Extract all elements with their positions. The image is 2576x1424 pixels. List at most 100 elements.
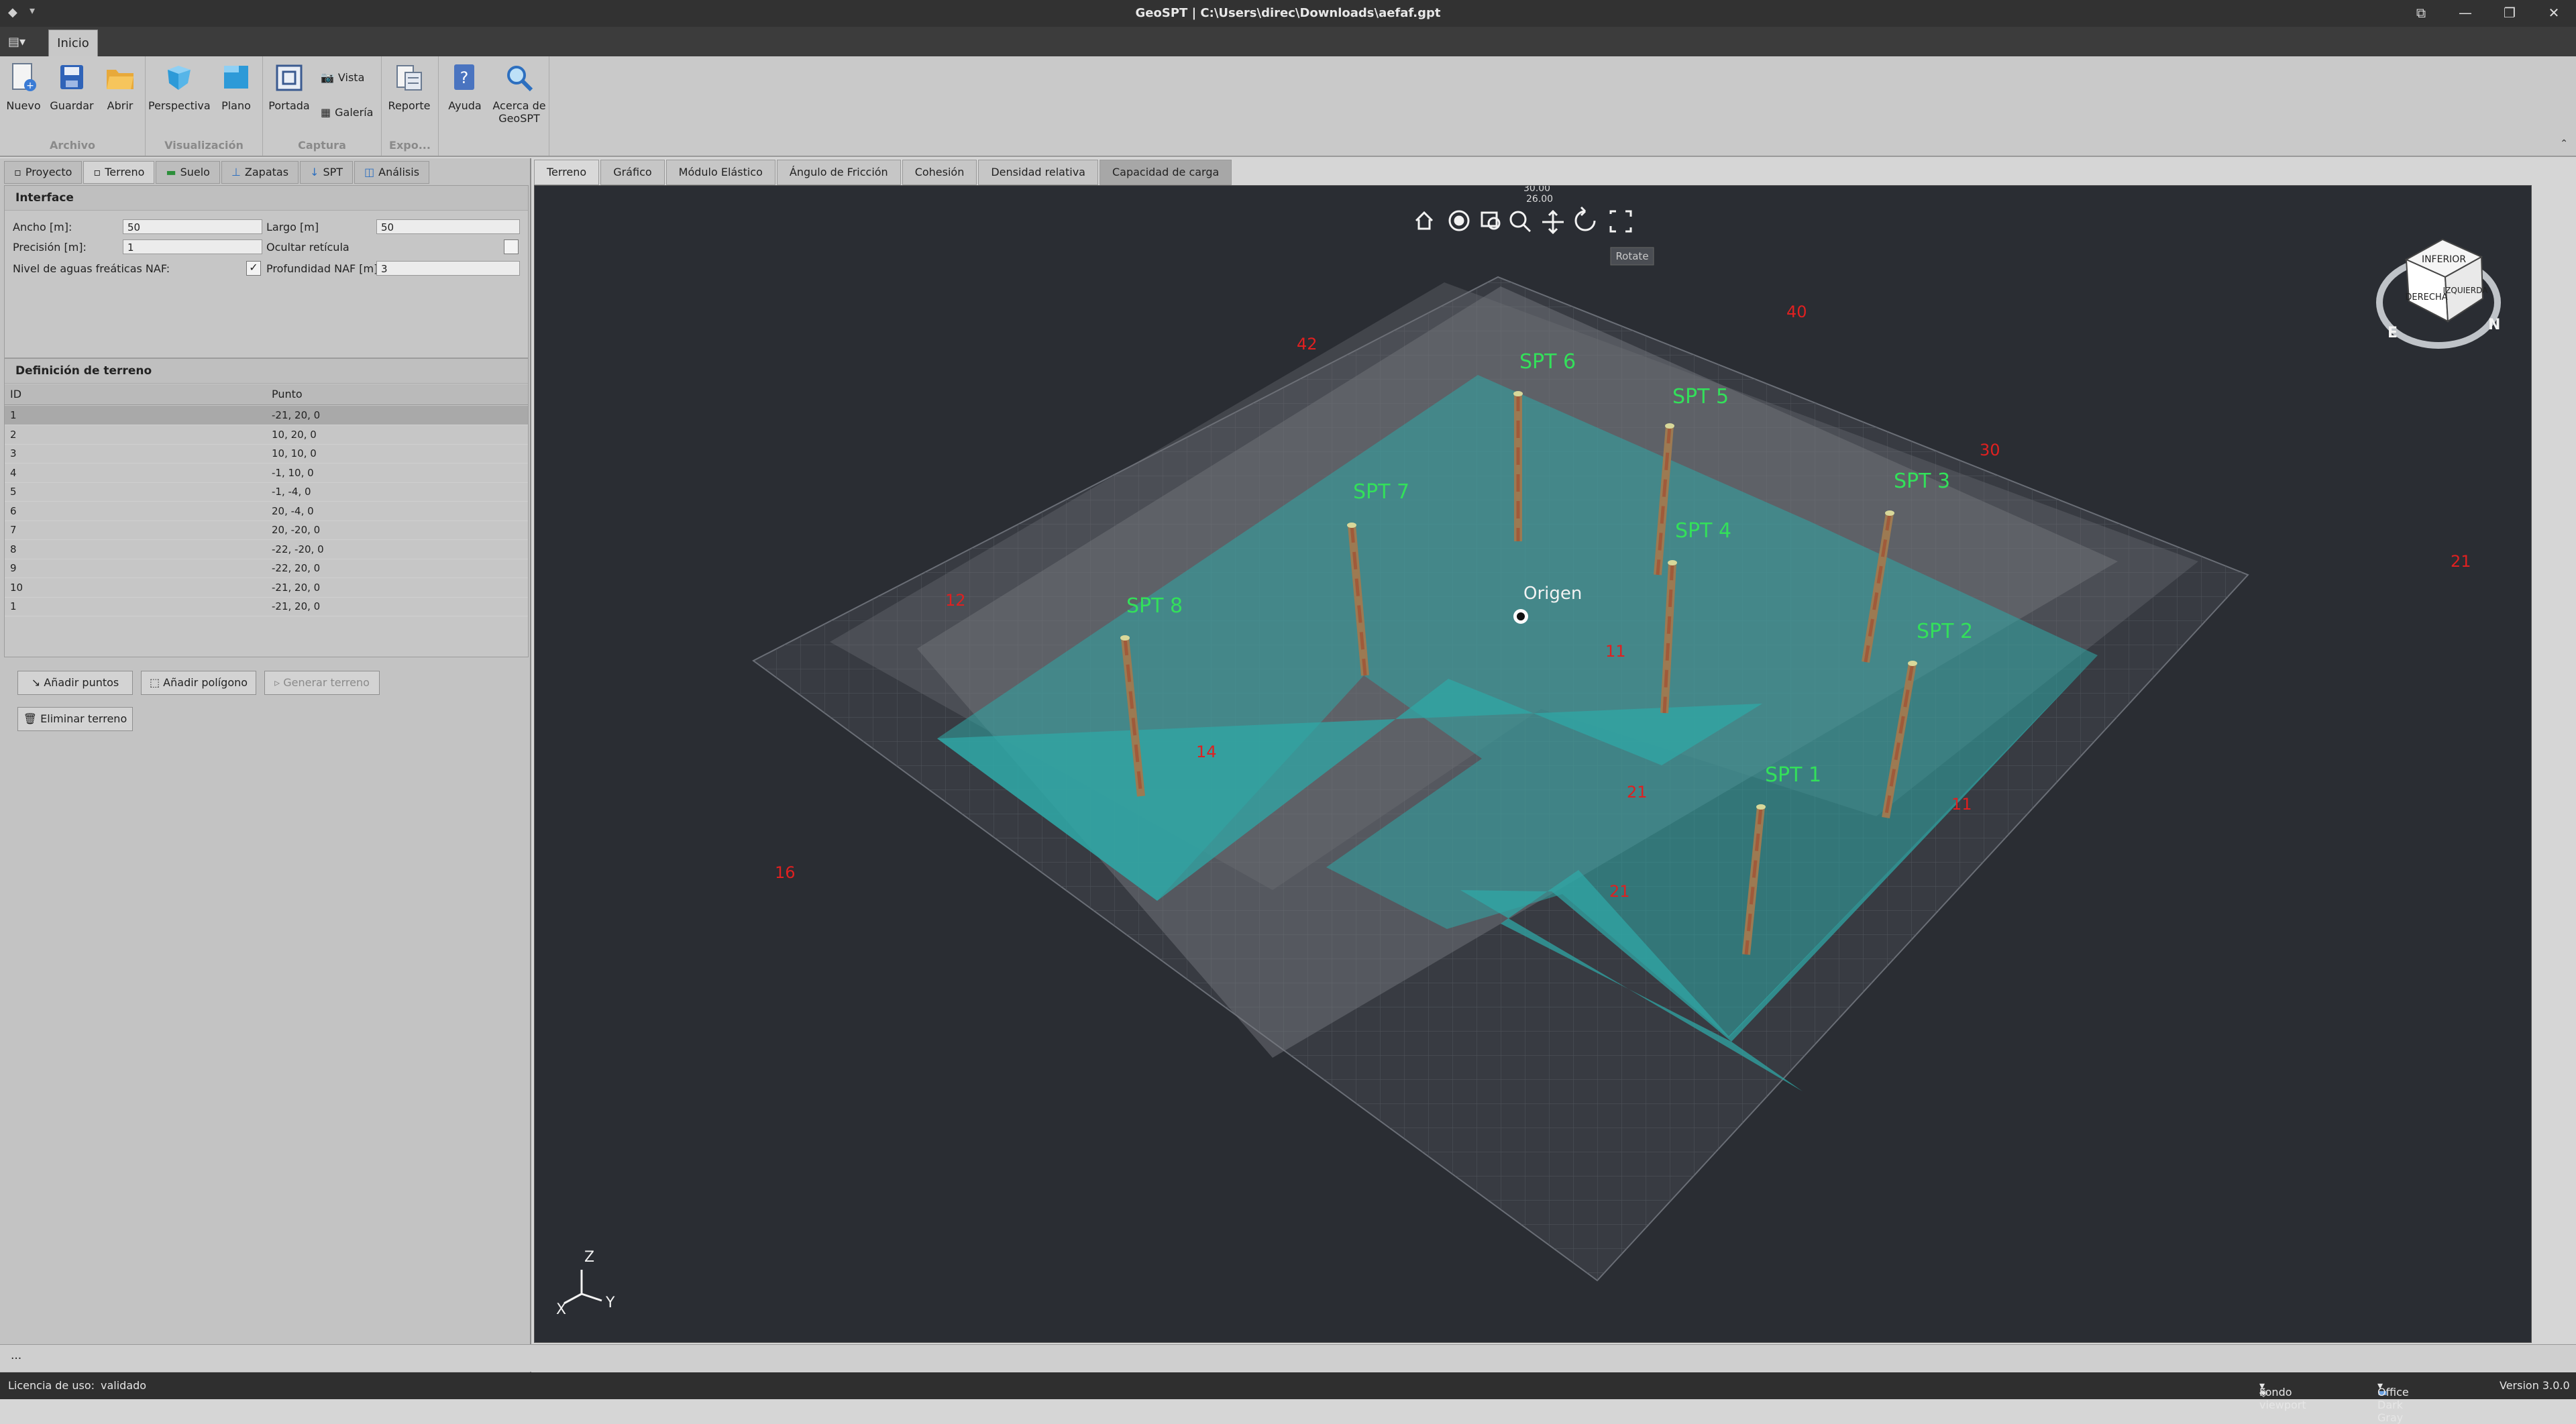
tab-proyecto[interactable]: ▫ Proyecto [4, 161, 83, 184]
cell-id: 10 [10, 581, 23, 594]
zoom-icon[interactable] [1509, 211, 1532, 233]
tab-densidad-relativa[interactable]: Densidad relativa [978, 160, 1098, 185]
axis-y: Y [605, 1295, 615, 1311]
window-title: GeoSPT | C:\Users\direc\Downloads\aefaf.… [1135, 6, 1441, 20]
plan-view-button[interactable]: Plano [213, 62, 260, 112]
perspective-button[interactable]: Perspectiva [148, 62, 211, 112]
orbit-icon[interactable] [1448, 210, 1470, 231]
table-row[interactable]: 1 -21, 20, 0 [5, 406, 528, 425]
svg-text:Rotate: Rotate [1615, 250, 1648, 262]
zoom-window-icon[interactable] [1481, 211, 1501, 230]
tab-terreno[interactable]: ▫ Terreno [83, 161, 155, 184]
length-input[interactable]: 50 [376, 219, 520, 234]
open-button[interactable]: Abrir [97, 62, 144, 112]
water-table-checkbox[interactable]: ✓ [246, 261, 261, 276]
column-punto[interactable]: Punto [272, 384, 303, 404]
delete-terrain-button[interactable]: 🗑 Eliminar terreno [17, 707, 133, 731]
view-capture-button[interactable]: 📷 Vista [321, 71, 364, 84]
table-row[interactable]: 1 -21, 20, 0 [5, 597, 528, 616]
spt-label: SPT 2 [1917, 620, 1973, 643]
restore-layout-button[interactable]: ⧉ [2399, 0, 2443, 27]
output-strip: ... [0, 1344, 2576, 1372]
add-points-button[interactable]: ↘ Añadir puntos [17, 671, 133, 695]
hide-grid-checkbox[interactable] [504, 239, 519, 254]
rotate-tooltip: Rotate [1610, 247, 1654, 266]
cell-id: 8 [10, 543, 17, 555]
tab-spt[interactable]: ↓ SPT [300, 161, 354, 184]
table-row[interactable]: 3 10, 10, 0 [5, 444, 528, 463]
folder-open-icon [105, 62, 135, 94]
tab-angulo-friccion[interactable]: Ángulo de Fricción [776, 160, 901, 185]
view-tab-bar: Terreno Gráfico Módulo Elástico Ángulo d… [534, 160, 1233, 185]
tab-analisis[interactable]: ◫ Análisis [354, 161, 430, 184]
precision-input[interactable]: 1 [123, 239, 262, 254]
cover-button[interactable]: Portada [266, 62, 313, 112]
terrain-definition-title: Definición de terreno [5, 359, 528, 384]
table-row[interactable]: 7 20, -20, 0 [5, 521, 528, 540]
save-button[interactable]: Guardar [48, 62, 95, 112]
svg-text:+: + [26, 80, 34, 91]
viewport-background-dropdown[interactable]: ◈ Fondo viewport ▾ [2259, 1379, 2306, 1411]
license-value: validado [101, 1379, 147, 1392]
pan-icon[interactable] [1542, 209, 1564, 235]
gallery-icon: ▦ [321, 106, 331, 119]
table-row[interactable]: 9 -22, 20, 0 [5, 559, 528, 578]
tab-zapatas[interactable]: ⊥ Zapatas [221, 161, 299, 184]
maximize-button[interactable]: ❐ [2487, 0, 2532, 27]
dim-label: 11 [1605, 642, 1626, 661]
tab-suelo[interactable]: ▬ Suelo [156, 161, 220, 184]
tab-cohesion[interactable]: Cohesión [902, 160, 977, 185]
cell-punto: -22, 20, 0 [272, 562, 321, 574]
report-icon [394, 62, 424, 94]
table-row[interactable]: 8 -22, -20, 0 [5, 540, 528, 559]
new-button[interactable]: + Nuevo [0, 62, 47, 112]
gallery-button[interactable]: ▦ Galería [321, 106, 373, 119]
perspective-cube-icon [164, 62, 193, 94]
close-button[interactable]: ✕ [2532, 0, 2576, 27]
home-icon[interactable] [1415, 211, 1434, 230]
zoom-readout: 26.00 [1526, 194, 1553, 205]
tab-inicio[interactable]: Inicio [48, 30, 98, 57]
add-polygon-button[interactable]: ⬚ Añadir polígono [141, 671, 256, 695]
width-input[interactable]: 50 [123, 219, 262, 234]
tab-modulo-elastico[interactable]: Módulo Elástico [665, 160, 775, 185]
app-menu-icon[interactable]: ▤▾ [8, 35, 32, 50]
ribbon-group-help: ? Ayuda Acerca de GeoSPT [439, 56, 549, 156]
minimize-button[interactable]: — [2443, 0, 2487, 27]
water-table-label: Nivel de aguas freáticas NAF: [13, 262, 170, 275]
dim-label: 40 [1786, 303, 1807, 321]
ribbon-tab-bar: ▤▾ Inicio [0, 27, 2576, 57]
spt-borehole[interactable] [1513, 391, 1523, 541]
cell-id: 4 [10, 466, 17, 479]
spt-label: SPT 1 [1765, 763, 1821, 787]
polygon-icon: ⬚ [149, 676, 160, 689]
tab-grafico[interactable]: Gráfico [600, 160, 665, 185]
tab-capacidad-carga[interactable]: Capacidad de carga [1099, 160, 1232, 185]
help-button[interactable]: ? Ayuda [441, 62, 488, 112]
cell-punto: -21, 20, 0 [272, 600, 321, 612]
table-row[interactable]: 4 -1, 10, 0 [5, 463, 528, 483]
fullscreen-icon[interactable] [1609, 210, 1632, 233]
view-cube[interactable]: INFERIOR DERECHA IZQUIERDA E N [2376, 238, 2501, 349]
naf-depth-input[interactable]: 3 [376, 261, 520, 276]
table-row[interactable]: 5 -1, -4, 0 [5, 482, 528, 502]
license-label: Licencia de uso: [8, 1379, 95, 1392]
svg-text:?: ? [460, 68, 469, 87]
3d-viewport[interactable]: 42 40 30 12 11 14 16 21 11 21 21 Origen … [534, 185, 2532, 1343]
scene-svg[interactable]: 42 40 30 12 11 14 16 21 11 21 21 Origen … [535, 186, 2531, 1342]
version-label: Version 3.0.0 [2500, 1379, 2570, 1392]
generate-terrain-button[interactable]: ▹ Generar terreno [264, 671, 380, 695]
theme-dropdown[interactable]: ▬ Office Dark Gray ▾ [2377, 1379, 2409, 1424]
rotate-icon[interactable] [1574, 206, 1596, 231]
table-row[interactable]: 10 -21, 20, 0 [5, 578, 528, 598]
cell-punto: -1, 10, 0 [272, 466, 314, 479]
collapse-ribbon-icon[interactable]: ⌃ [2560, 138, 2568, 149]
about-button[interactable]: Acerca de GeoSPT [491, 62, 547, 125]
help-icon: ? [450, 62, 480, 94]
column-id[interactable]: ID [10, 384, 21, 404]
tab-terreno-view[interactable]: Terreno [534, 160, 600, 185]
dim-label: 42 [1297, 335, 1318, 353]
table-row[interactable]: 6 20, -4, 0 [5, 502, 528, 521]
report-button[interactable]: Reporte [386, 62, 433, 112]
table-row[interactable]: 2 10, 20, 0 [5, 425, 528, 445]
